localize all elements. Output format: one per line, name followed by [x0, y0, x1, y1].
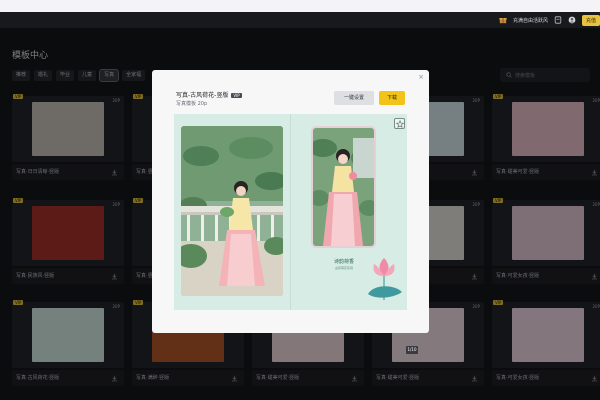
template-preview-dialog: × 写真-古风荷花-竖版 VIP 写真模板 20p 一键设置 下载 诗韵荷香 古… — [152, 70, 429, 354]
header-actions: 充满自由活跃风 充值 — [499, 12, 600, 28]
page-indicator: 1/10 — [406, 346, 418, 354]
preview-caption-title: 诗韵荷香 — [333, 259, 354, 265]
message-icon[interactable] — [554, 16, 562, 24]
template-preview: 诗韵荷香 古风荷花写真 1/10 — [174, 114, 418, 354]
vip-badge: VIP — [231, 93, 242, 98]
gift-icon[interactable] — [499, 16, 507, 24]
spread-divider — [290, 114, 291, 310]
header-center-text: 充满自由活跃风 — [512, 17, 548, 24]
dialog-subtitle: 写真模板 20p — [176, 101, 208, 107]
one-click-setup-button[interactable]: 一键设置 — [334, 91, 374, 105]
recharge-button[interactable]: 充值 — [581, 14, 600, 26]
download-button[interactable]: 下载 — [379, 91, 405, 105]
lotus-illustration — [368, 258, 402, 300]
user-avatar-icon[interactable] — [568, 16, 576, 24]
favorite-star-icon[interactable] — [394, 118, 405, 129]
preview-photo-right — [311, 126, 376, 248]
preview-caption-subtitle: 古风荷花写真 — [334, 266, 353, 270]
dialog-title-text: 写真-古风荷花-竖版 — [176, 92, 229, 99]
close-icon[interactable]: × — [417, 73, 425, 81]
title-bar — [0, 0, 600, 12]
dialog-title: 写真-古风荷花-竖版 VIP — [176, 90, 242, 99]
preview-photo-left — [181, 126, 283, 296]
